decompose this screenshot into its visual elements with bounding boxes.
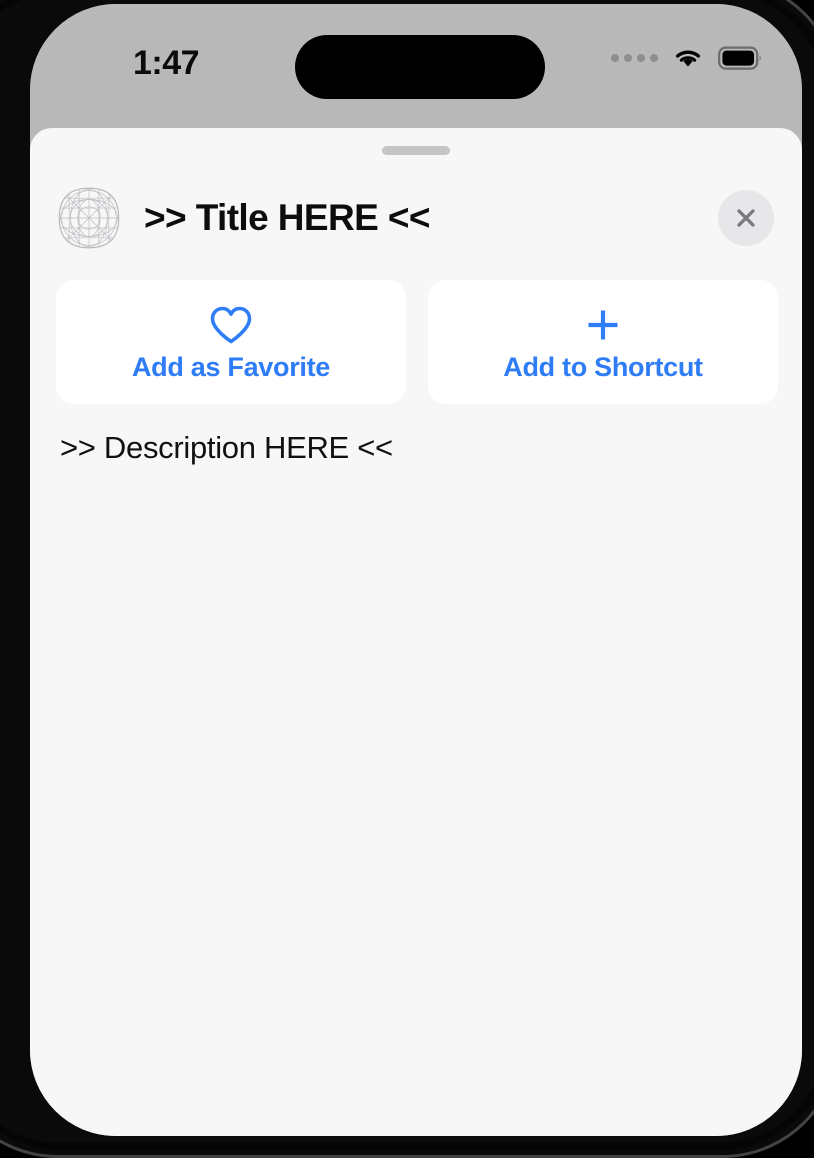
sheet-grabber[interactable]	[382, 146, 450, 155]
sheet-header: >> Title HERE <<	[30, 172, 802, 264]
phone-screen: 1:47 >> Title HERE << Add as Favorite Ad…	[30, 4, 802, 1136]
bottom-sheet: >> Title HERE << Add as Favorite Add to …	[30, 128, 802, 1136]
action-card-row: Add as Favorite Add to Shortcut	[56, 280, 802, 404]
sheet-content-area	[30, 488, 802, 1136]
add-as-favorite-label: Add as Favorite	[131, 351, 331, 382]
add-as-favorite-button[interactable]: Add as Favorite	[56, 280, 406, 404]
cellular-dots-icon	[611, 54, 658, 62]
add-to-shortcut-label: Add to Shortcut	[503, 351, 703, 382]
add-to-shortcut-button[interactable]: Add to Shortcut	[428, 280, 778, 404]
heart-outline-icon	[209, 302, 253, 348]
battery-full-icon	[718, 46, 764, 70]
page-title: >> Title HERE <<	[144, 197, 430, 238]
dynamic-island	[295, 35, 545, 99]
close-icon	[733, 205, 759, 231]
plus-icon	[581, 302, 625, 348]
wifi-icon	[672, 46, 704, 70]
status-bar-indicators	[611, 46, 764, 70]
app-icon-grid-placeholder	[58, 187, 120, 249]
status-bar-clock: 1:47	[132, 44, 200, 82]
status-bar: 1:47	[30, 4, 802, 124]
description-text: >> Description HERE <<	[60, 430, 393, 465]
close-button[interactable]	[718, 190, 774, 246]
